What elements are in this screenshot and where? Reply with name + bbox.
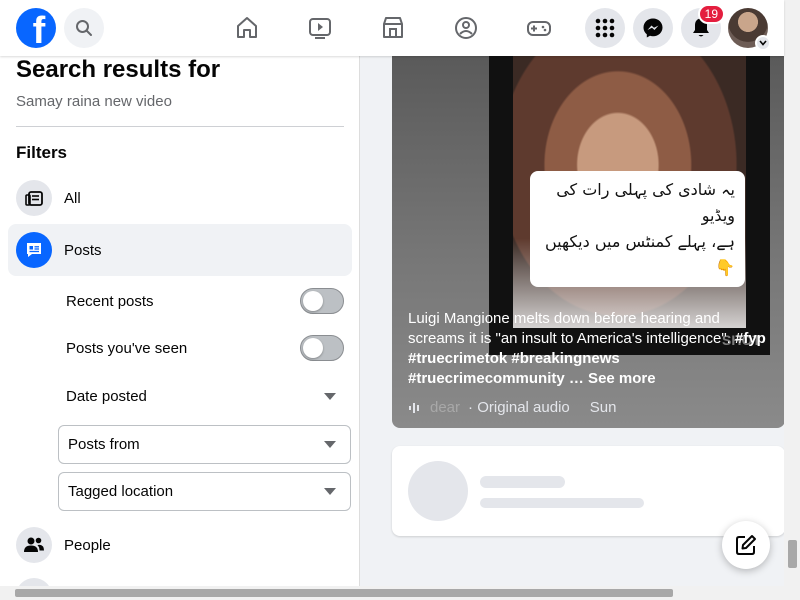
nav-groups[interactable] <box>450 12 482 44</box>
skeleton-avatar <box>408 461 468 521</box>
nav-home[interactable] <box>231 12 263 44</box>
notifications-button[interactable]: 19 <box>681 4 725 48</box>
top-navigation-bar: f 19 <box>0 0 784 56</box>
logo-letter: f <box>32 10 46 48</box>
audio-wave-icon <box>409 402 419 413</box>
caption-text: Luigi Mangione melts down before hearing… <box>408 310 731 347</box>
posts-from-label: Posts from <box>68 436 140 453</box>
see-more-link[interactable]: … See more <box>569 370 656 387</box>
sidebar-title: Search results for <box>16 56 221 83</box>
caret-down-icon <box>324 392 336 400</box>
horizontal-scrollbar-thumb[interactable] <box>15 589 673 597</box>
post-day: Sun <box>589 399 617 416</box>
next-filter-icon-partial <box>16 578 52 586</box>
tagged-location-label: Tagged location <box>68 483 174 500</box>
filter-label-posts: Posts <box>64 241 102 259</box>
filter-item-all[interactable]: All <box>8 172 352 224</box>
nav-video[interactable] <box>304 12 336 44</box>
caret-down-icon <box>324 441 336 448</box>
chevron-down-icon[interactable] <box>755 35 771 51</box>
audio-row[interactable]: dear · Original audio Sun <box>408 399 616 416</box>
account-avatar[interactable] <box>728 8 771 51</box>
compose-icon <box>736 535 756 555</box>
overlay-text-line1: یہ شادی کی پہلی رات کی ویڈیو <box>556 180 735 225</box>
vertical-scrollbar-thumb[interactable] <box>788 540 797 568</box>
tagged-location-dropdown[interactable]: Tagged location <box>58 472 351 511</box>
overlay-text-line2: ہے، پہلے کمنٹس میں دیکھیں👇 <box>544 232 735 277</box>
recent-posts-row: Recent posts <box>66 286 344 316</box>
messenger-icon <box>643 18 663 38</box>
filter-label-people: People <box>64 536 111 554</box>
date-posted-label: Date posted <box>66 387 147 405</box>
nav-marketplace[interactable] <box>377 12 409 44</box>
marketplace-icon <box>383 17 403 38</box>
audio-scroll-text: dear <box>430 399 461 416</box>
posts-seen-row: Posts you've seen <box>66 333 344 363</box>
posts-seen-toggle[interactable] <box>300 335 344 361</box>
video-post-card[interactable]: یہ شادی کی پہلی رات کی ویڈیو ہے، پہلے کم… <box>392 56 785 428</box>
home-icon <box>237 17 257 38</box>
search-filters-sidebar: Search results for Samay raina new video… <box>0 56 360 586</box>
audio-label: · Original audio <box>468 399 570 416</box>
search-button[interactable] <box>64 8 104 48</box>
facebook-logo[interactable]: f <box>16 8 56 48</box>
loading-placeholder-card <box>392 446 785 536</box>
groups-icon <box>455 17 477 39</box>
messenger-button[interactable] <box>633 8 673 48</box>
new-message-button[interactable] <box>722 521 770 569</box>
recent-posts-label: Recent posts <box>66 292 154 310</box>
feed-icon <box>16 180 52 216</box>
filter-item-posts[interactable]: Posts <box>8 224 352 276</box>
search-query: Samay raina new video <box>16 93 172 110</box>
nav-gaming[interactable] <box>523 12 555 44</box>
gaming-icon <box>527 21 551 36</box>
caret-down-icon <box>324 488 336 495</box>
vertical-scrollbar[interactable] <box>784 0 800 586</box>
video-icon <box>309 18 331 39</box>
post-caption: Luigi Mangione melts down before hearing… <box>408 309 773 389</box>
recent-posts-toggle[interactable] <box>300 288 344 314</box>
notification-count-badge: 19 <box>697 4 725 24</box>
filter-label-all: All <box>64 189 81 207</box>
skeleton-line <box>480 498 644 508</box>
video-overlay-text: یہ شادی کی پہلی رات کی ویڈیو ہے، پہلے کم… <box>530 171 745 287</box>
posts-from-dropdown[interactable]: Posts from <box>58 425 351 464</box>
search-icon <box>76 20 92 36</box>
people-icon <box>16 527 52 563</box>
filter-item-people[interactable]: People <box>8 519 352 571</box>
date-posted-dropdown[interactable]: Date posted <box>66 381 344 411</box>
menu-grid-icon <box>595 18 615 38</box>
menu-button[interactable] <box>585 8 625 48</box>
posts-icon <box>16 232 52 268</box>
divider <box>16 126 344 127</box>
filters-heading: Filters <box>16 143 68 162</box>
skeleton-line <box>480 476 565 488</box>
posts-seen-label: Posts you've seen <box>66 339 188 357</box>
